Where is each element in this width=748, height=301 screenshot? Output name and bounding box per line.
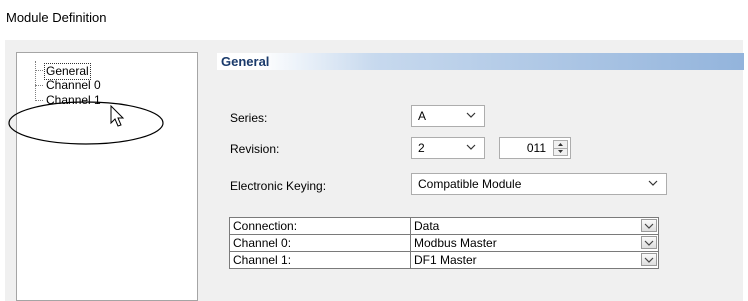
series-label: Series: [230, 111, 268, 125]
tree-line [35, 85, 43, 86]
row-label: Connection: [229, 217, 411, 235]
spin-up-icon[interactable] [554, 141, 567, 149]
revision-minor-value: 011 [526, 141, 546, 155]
tree-line [35, 61, 36, 101]
module-definition-panel: General Channel 0 Channel 1 General Seri… [5, 40, 744, 301]
table-row: Channel 1: DF1 Master [229, 251, 659, 269]
connection-value-cell[interactable]: Data [410, 217, 659, 235]
keying-value: Compatible Module [418, 177, 522, 191]
channel-1-value-cell[interactable]: DF1 Master [410, 251, 659, 269]
mouse-pointer-icon [110, 105, 125, 127]
tree-item-channel-0[interactable]: Channel 0 [44, 78, 103, 93]
table-row: Connection: Data [229, 217, 659, 235]
chevron-down-icon [466, 112, 476, 118]
revision-label: Revision: [230, 142, 280, 156]
spin-down-icon[interactable] [554, 149, 567, 156]
row-label: Channel 0: [229, 234, 411, 252]
row-value: DF1 Master [414, 253, 477, 267]
chevron-down-icon[interactable] [641, 219, 657, 232]
chevron-down-icon[interactable] [641, 236, 657, 249]
series-dropdown[interactable]: A [411, 105, 485, 127]
module-tree: General Channel 0 Channel 1 [16, 52, 198, 301]
series-value: A [418, 109, 427, 123]
electronic-keying-dropdown[interactable]: Compatible Module [411, 173, 667, 195]
row-value: Modbus Master [414, 236, 497, 250]
channel-0-value-cell[interactable]: Modbus Master [410, 234, 659, 252]
revision-major-value: 2 [418, 141, 425, 155]
chevron-down-icon[interactable] [641, 253, 657, 266]
spinner-buttons [553, 140, 568, 156]
window-title: Module Definition [6, 10, 107, 25]
highlight-ellipse [8, 101, 164, 145]
tree-line [35, 70, 43, 71]
section-header: General [217, 53, 744, 70]
row-label: Channel 1: [229, 251, 411, 269]
electronic-keying-label: Electronic Keying: [230, 179, 327, 193]
revision-major-dropdown[interactable]: 2 [411, 137, 485, 159]
table-row: Channel 0: Modbus Master [229, 234, 659, 252]
row-value: Data [414, 219, 440, 233]
chevron-down-icon [466, 144, 476, 150]
chevron-down-icon [648, 180, 658, 186]
revision-minor-spinner[interactable]: 011 [499, 137, 571, 159]
connection-table: Connection: Data Channel 0: Modbus Maste… [229, 217, 659, 269]
